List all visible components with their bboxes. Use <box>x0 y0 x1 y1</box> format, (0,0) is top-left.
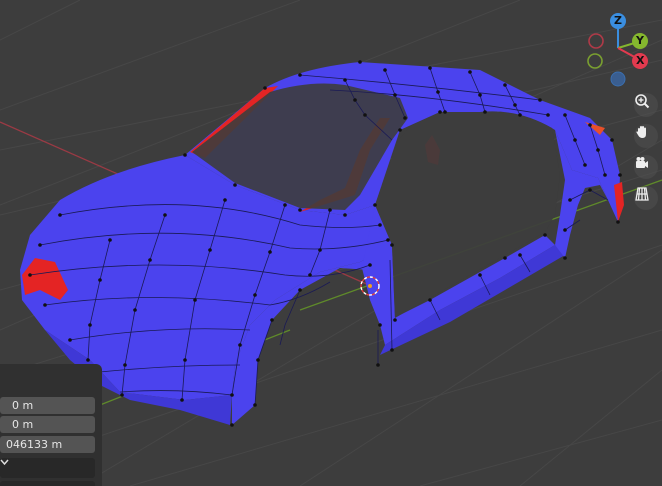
axis-neg-y-icon <box>587 53 603 69</box>
chevron-down-icon <box>0 459 9 466</box>
pan-button[interactable] <box>634 124 658 148</box>
grid-icon <box>635 187 649 201</box>
hand-icon <box>636 126 646 138</box>
pivot-dropdown[interactable] <box>0 481 95 486</box>
value-field-3[interactable]: 046133 m <box>0 436 95 453</box>
car-mesh <box>20 60 624 427</box>
value-field-1[interactable]: 0 m <box>0 397 95 414</box>
value-field-2[interactable]: 0 m <box>0 416 95 433</box>
axis-neg-z-icon <box>610 71 626 87</box>
axis-z-label: Z <box>614 14 622 27</box>
axis-x-label: X <box>636 54 645 67</box>
axis-neg-x-icon <box>588 33 604 49</box>
navigation-gizmo[interactable]: Z Y X <box>578 8 662 96</box>
perspective-toggle-button[interactable] <box>634 186 658 210</box>
3d-viewport[interactable]: Z Y X 0 m 0 m 046133 m <box>0 0 662 486</box>
orientation-dropdown[interactable] <box>0 458 95 478</box>
camera-view-button[interactable] <box>634 155 658 179</box>
camera-icon <box>636 157 648 168</box>
axis-y-label: Y <box>636 34 644 47</box>
adjust-last-operation-panel[interactable]: 0 m 0 m 046133 m <box>0 364 102 486</box>
zoom-in-icon <box>635 94 650 109</box>
zoom-button[interactable] <box>634 93 658 117</box>
